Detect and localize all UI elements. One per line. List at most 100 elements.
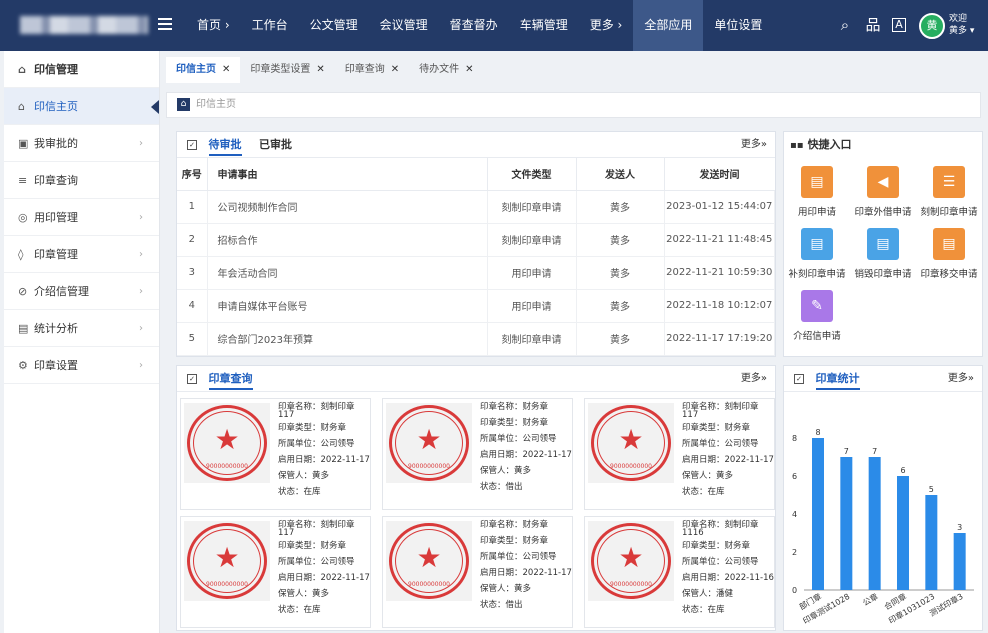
avatar[interactable]: 黄: [919, 13, 945, 39]
chevron-right-icon: ›: [139, 138, 143, 149]
seal-card[interactable]: ★ 90000000000 印章名称：财务章 印章类型：财务章 所属单位：公司领导 启用日…: [382, 516, 573, 628]
seal-type: 印章类型：财务章: [278, 541, 347, 551]
bar[interactable]: [812, 438, 824, 590]
tab-seal-home[interactable]: 印信主页 ✕: [166, 57, 241, 83]
seal-icon: ◊: [18, 248, 24, 261]
tab-seal-type-settings[interactable]: 印章类型设置 ✕: [240, 57, 334, 83]
sidebar-item-seal-settings[interactable]: ⚙ 印章设置 ›: [4, 347, 159, 384]
seal-unit: 所属单位：公司领导: [480, 552, 557, 562]
nav-home[interactable]: 首页 ›: [186, 0, 241, 51]
font-size-icon[interactable]: A: [892, 18, 906, 32]
quick-seal-borrow-application[interactable]: ◀ 印章外借申请: [850, 166, 916, 218]
seal-card[interactable]: ★ 90000000000 印章名称：刻制印章 117 印章类型：财务章 所属单位：公司领…: [180, 398, 371, 510]
bar-value-label: 8: [815, 428, 820, 437]
nav-meetings[interactable]: 会议管理: [369, 0, 439, 51]
quick-seal-reengrave-application[interactable]: ▤ 补刻印章申请: [784, 228, 850, 280]
seal-query-title[interactable]: 印章查询: [208, 372, 253, 390]
table-row[interactable]: 2 招标合作 刻制印章申请 黄多 2022-11-21 11:48:45: [177, 223, 775, 257]
seal-card[interactable]: ★ 90000000000 印章名称：刻制印章 117 印章类型：财务章 所属单位：公司领…: [584, 398, 775, 510]
seal-info: 印章名称：财务章 印章类型：财务章 所属单位：公司领导 启用日期：2022-11-17…: [480, 399, 574, 495]
quick-seal-destroy-application[interactable]: ▤ 销毁印章申请: [850, 228, 916, 280]
tab-pending-approval[interactable]: 待审批: [208, 138, 242, 156]
document-edit-icon: ✎: [801, 290, 833, 322]
sidebar-item-usage-management[interactable]: ◎ 用印管理 ›: [4, 199, 159, 236]
nav-more[interactable]: 更多 ›: [579, 0, 634, 51]
seal-keeper: 保管人：黄多: [682, 471, 734, 481]
nav-supervision[interactable]: 督查督办: [439, 0, 509, 51]
close-icon[interactable]: ✕: [391, 64, 399, 75]
cell-reason[interactable]: 招标合作: [207, 223, 488, 257]
sidebar-item-label: 印章查询: [34, 174, 78, 187]
cell-reason[interactable]: 年会活动合同: [207, 256, 488, 290]
nav-documents[interactable]: 公文管理: [299, 0, 369, 51]
cell-file-type: 刻制印章申请: [487, 322, 577, 356]
tab-pending-files[interactable]: 待办文件 ✕: [409, 57, 483, 83]
seal-info: 印章名称：刻制印章 1116 印章类型：财务章 所属单位：公司领导 启用日期：2022-…: [682, 517, 776, 618]
sidebar-item-label: 印章管理: [34, 248, 78, 261]
cell-index: 5: [177, 322, 208, 356]
sidebar-item-seal-management[interactable]: ◊ 印章管理 ›: [4, 236, 159, 273]
home-icon: ⌂: [18, 100, 25, 113]
more-link[interactable]: 更多»: [741, 366, 767, 392]
quick-seal-transfer-application[interactable]: ▤ 印章移交申请: [916, 228, 982, 280]
cell-reason[interactable]: 综合部门2023年预算: [207, 322, 488, 356]
seal-status: 状态：在库: [278, 487, 321, 497]
nav-workbench[interactable]: 工作台: [241, 0, 299, 51]
cell-reason[interactable]: 申请自媒体平台账号: [207, 289, 488, 323]
nav-all-apps[interactable]: 全部应用: [633, 0, 704, 51]
y-tick-label: 6: [792, 472, 797, 481]
seal-card[interactable]: ★ 90000000000 印章名称：刻制印章 117 印章类型：财务章 所属单位：公司领…: [180, 516, 371, 628]
sidebar-item-seal-home[interactable]: ⌂ 印信主页: [4, 88, 159, 125]
table-row[interactable]: 3 年会活动合同 用印申请 黄多 2022-11-21 10:59:30: [177, 256, 775, 290]
quick-seal-use-application[interactable]: ▤ 用印申请: [784, 166, 850, 218]
bar[interactable]: [953, 533, 966, 590]
col-index: 序号: [177, 158, 208, 191]
seal-start-date: 启用日期：2022-11-17: [480, 568, 572, 578]
quick-label: 补刻印章申请: [788, 269, 846, 280]
bar[interactable]: [868, 457, 881, 590]
quick-entry-panel: ▪▪ 快捷入口 ▤ 用印申请 ◀ 印章外借申请 ☰ 刻制印章申请 ▤ 补刻印章申请 ▤ 销毁…: [783, 131, 983, 357]
seal-start-date: 启用日期：2022-11-16: [682, 573, 774, 583]
chevron-right-icon: ›: [139, 249, 143, 260]
col-file-type: 文件类型: [487, 158, 577, 191]
grid-icon: ▪▪: [790, 140, 804, 151]
bar[interactable]: [840, 457, 853, 590]
nav-unit-settings[interactable]: 单位设置: [703, 0, 773, 51]
quick-intro-letter-application[interactable]: ✎ 介绍信申请: [784, 290, 850, 342]
home-icon[interactable]: ⌂: [177, 97, 190, 111]
org-chart-icon[interactable]: 品: [864, 16, 882, 34]
seal-card[interactable]: ★ 90000000000 印章名称：刻制印章 1116 印章类型：财务章 所属单位：公司…: [584, 516, 775, 628]
seal-card[interactable]: ★ 90000000000 印章名称：财务章 印章类型：财务章 所属单位：公司领导 启用日…: [382, 398, 573, 510]
chart-icon: ▤: [18, 322, 29, 335]
bar[interactable]: [925, 495, 938, 590]
table-row[interactable]: 1 公司视频制作合同 刻制印章申请 黄多 2023-01-12 15:44:07: [177, 190, 775, 224]
tab-approved[interactable]: 已审批: [259, 138, 292, 151]
user-menu[interactable]: 欢迎 黄多 ▾: [949, 13, 974, 37]
cell-sender: 黄多: [576, 256, 665, 290]
sidebar-item-seal-query[interactable]: ≡ 印章查询: [4, 162, 159, 199]
menu-toggle-icon[interactable]: [158, 18, 172, 32]
sidebar-item-my-approvals[interactable]: ▣ 我审批的 ›: [4, 125, 159, 162]
bar[interactable]: [897, 476, 909, 590]
close-icon[interactable]: ✕: [222, 64, 230, 75]
sidebar: ⌂ 印信管理 ⌂ 印信主页 ▣ 我审批的 › ≡ 印章查询 ◎ 用印管理 › ◊ 印章管理 › ⊘…: [4, 51, 160, 633]
tab-seal-query[interactable]: 印章查询 ✕: [335, 57, 409, 83]
close-icon[interactable]: ✕: [316, 64, 324, 75]
checkbox-icon: ✓: [794, 374, 804, 384]
document-list-icon: ☰: [933, 166, 965, 198]
search-icon[interactable]: ⌕: [836, 16, 854, 34]
sidebar-item-letter-management[interactable]: ⊘ 介绍信管理 ›: [4, 273, 159, 310]
table-row[interactable]: 4 申请自媒体平台账号 用印申请 黄多 2022-11-18 10:12:07: [177, 289, 775, 323]
main-nav: 首页 › 工作台 公文管理 会议管理 督查督办 车辆管理 更多 › 全部应用 单…: [186, 0, 773, 51]
col-sender: 发送人: [576, 158, 665, 191]
quick-seal-engrave-application[interactable]: ☰ 刻制印章申请: [916, 166, 982, 218]
cell-reason[interactable]: 公司视频制作合同: [207, 190, 488, 224]
close-icon[interactable]: ✕: [465, 64, 473, 75]
seal-stats-title[interactable]: 印章统计: [815, 372, 860, 390]
sidebar-item-statistics[interactable]: ▤ 统计分析 ›: [4, 310, 159, 347]
more-link[interactable]: 更多»: [741, 132, 767, 158]
more-link[interactable]: 更多»: [948, 366, 974, 392]
cell-send-time: 2022-11-21 11:48:45: [664, 223, 775, 257]
table-row[interactable]: 5 综合部门2023年预算 刻制印章申请 黄多 2022-11-17 17:19:20: [177, 322, 775, 356]
nav-vehicles[interactable]: 车辆管理: [509, 0, 579, 51]
